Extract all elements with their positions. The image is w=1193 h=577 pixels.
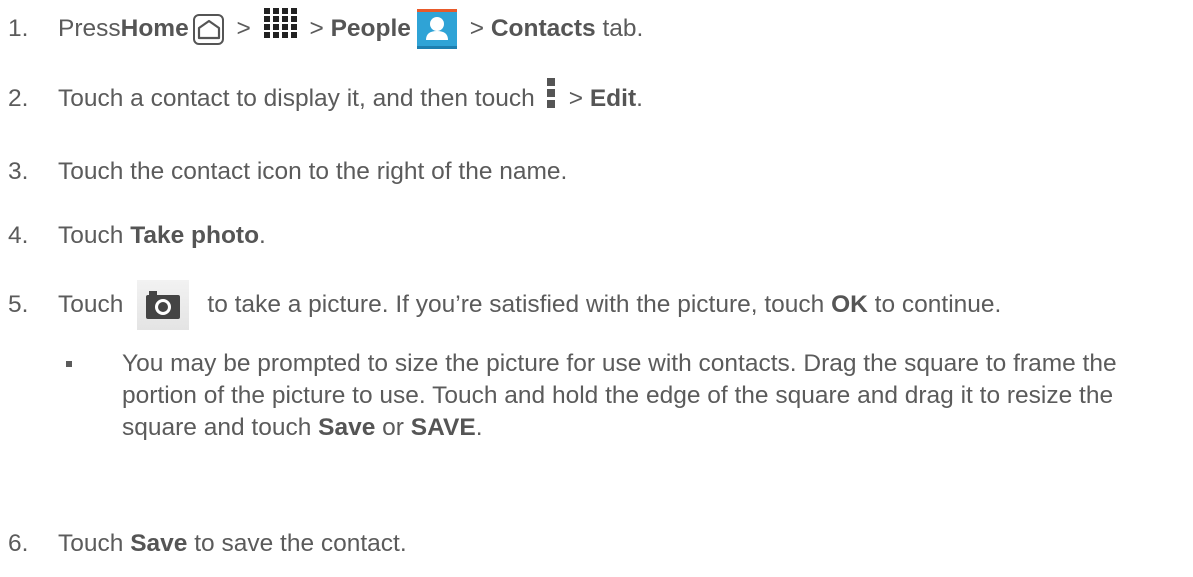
step-text: Touch a contact to display it, and then … (58, 84, 535, 112)
step-5: 5. Touch to take a picture. If you’re sa… (8, 280, 1001, 330)
take-photo-label: Take photo (130, 222, 260, 249)
apps-grid-icon (263, 8, 297, 50)
step-text: . (259, 222, 266, 249)
step-number: 2. (8, 84, 29, 112)
bullet-text: or (375, 414, 411, 441)
people-app-icon (416, 9, 457, 49)
home-icon (192, 13, 224, 45)
step-number: 1. (8, 15, 29, 42)
step-2: 2. Touch a contact to display it, and th… (8, 78, 643, 119)
separator: > (462, 15, 491, 42)
save-caps-label: SAVE (410, 414, 476, 441)
separator: > (302, 15, 331, 42)
separator: > (229, 15, 258, 42)
ok-label: OK (831, 291, 868, 318)
separator: > (568, 84, 590, 112)
step-number: 3. (8, 158, 29, 185)
step-text: Touch the contact icon to the right of t… (58, 158, 568, 185)
camera-shutter-icon (137, 280, 190, 330)
bullet-text: You may be prompted to size the picture … (122, 350, 1117, 441)
step-text: tab. (595, 15, 644, 42)
step-4: 4. Touch Take photo. (8, 218, 266, 254)
step-text: to take a picture. If you’re satisfied w… (207, 291, 832, 318)
step-text: Touch (58, 530, 131, 557)
bullet-marker (66, 361, 72, 367)
step-text: to continue. (867, 291, 1002, 318)
step-6: 6. Touch Save to save the contact. (8, 526, 407, 562)
step-number: 6. (8, 530, 29, 557)
home-label: Home (120, 15, 189, 42)
bullet-text: . (475, 414, 483, 441)
step-3: 3. Touch the contact icon to the right o… (8, 154, 567, 190)
step-text: Touch (58, 291, 124, 318)
step-text: to save the contact. (187, 530, 407, 557)
edit-label: Edit (589, 84, 637, 112)
step-number: 5. (8, 291, 29, 318)
contacts-label: Contacts (490, 15, 596, 42)
step-text: . (636, 84, 643, 112)
step-text: Touch (58, 222, 131, 249)
step-number: 4. (8, 222, 29, 249)
people-label: People (330, 15, 411, 42)
save-label: Save (318, 414, 376, 441)
step-text: Press (58, 15, 121, 42)
save-label: Save (130, 530, 188, 557)
menu-dots-icon (546, 78, 555, 119)
step-1: 1. Press Home > > People > Contacts tab. (8, 8, 643, 50)
sub-bullet: You may be prompted to size the picture … (66, 348, 1192, 444)
